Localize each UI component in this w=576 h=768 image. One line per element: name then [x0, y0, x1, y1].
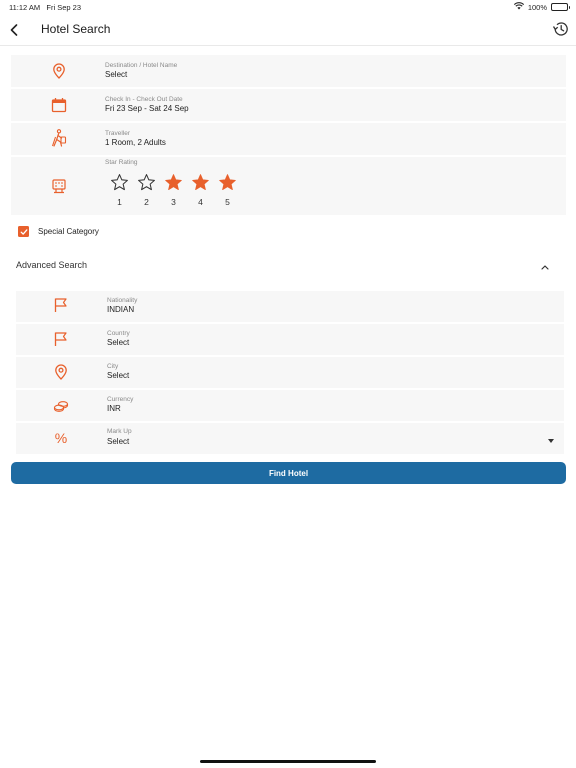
star-number: 4: [198, 197, 203, 207]
star-number: 3: [171, 197, 176, 207]
status-bar: 11:12 AM Fri Sep 23 100%: [0, 0, 576, 14]
location-pin-icon: [50, 62, 68, 80]
star-1[interactable]: 1: [106, 173, 133, 207]
country-value: Select: [107, 338, 130, 347]
country-field[interactable]: Country Select: [16, 324, 564, 355]
checkmark-icon: [20, 228, 27, 235]
nationality-field[interactable]: Nationality INDIAN: [16, 291, 564, 322]
destination-label: Destination / Hotel Name: [105, 62, 178, 69]
star-outline-icon: [138, 174, 155, 191]
date-range-label: Check In - Check Out Date: [105, 96, 183, 103]
advanced-search-collapse-button[interactable]: [539, 262, 551, 272]
coins-icon: [52, 396, 70, 414]
special-category-checkbox[interactable]: [18, 226, 29, 237]
battery-icon: [551, 3, 570, 11]
markup-value: Select: [107, 437, 130, 446]
nationality-value: INDIAN: [107, 305, 135, 314]
traveller-icon: [50, 129, 68, 147]
status-right: 100%: [513, 2, 570, 12]
nav-bar: Hotel Search: [0, 14, 576, 46]
caret-down-icon: [548, 439, 554, 443]
special-category-label: Special Category: [38, 227, 99, 236]
city-field[interactable]: City Select: [16, 357, 564, 388]
back-button[interactable]: [6, 20, 22, 40]
traveller-value: 1 Room, 2 Adults: [105, 138, 166, 147]
star-filled-icon: [219, 174, 236, 191]
page-title: Hotel Search: [41, 22, 111, 36]
traveller-label: Traveller: [105, 130, 131, 137]
traveller-field[interactable]: Traveller 1 Room, 2 Adults: [11, 123, 566, 155]
star-outline-icon: [111, 174, 128, 191]
battery-percent: 100%: [527, 2, 547, 12]
star-filled-icon: [165, 174, 182, 191]
home-indicator: [200, 760, 376, 763]
find-hotel-button[interactable]: Find Hotel: [11, 462, 566, 484]
star-number: 1: [117, 197, 122, 207]
chevron-left-icon: [10, 24, 18, 36]
flag-icon: [52, 330, 70, 348]
currency-label: Currency: [107, 396, 134, 403]
star-filled-icon: [192, 174, 209, 191]
date-range-value: Fri 23 Sep - Sat 24 Sep: [105, 104, 189, 113]
star-number: 5: [225, 197, 230, 207]
city-value: Select: [107, 371, 130, 380]
date-range-field[interactable]: Check In - Check Out Date Fri 23 Sep - S…: [11, 89, 566, 121]
nationality-label: Nationality: [107, 297, 138, 304]
chevron-up-icon: [541, 265, 549, 270]
star-number: 2: [144, 197, 149, 207]
calendar-icon: [50, 96, 68, 114]
advanced-search-title[interactable]: Advanced Search: [16, 260, 87, 270]
history-button[interactable]: [551, 19, 571, 39]
history-icon: [552, 22, 568, 36]
country-label: Country: [107, 330, 130, 337]
destination-value: Select: [105, 70, 128, 79]
star-4[interactable]: 4: [187, 173, 214, 207]
currency-value: INR: [107, 404, 121, 413]
flag-icon: [52, 296, 70, 314]
hotel-building-icon: [50, 177, 68, 195]
star-2[interactable]: 2: [133, 173, 160, 207]
markup-dropdown[interactable]: % Mark Up Select: [16, 423, 564, 454]
markup-label: Mark Up: [107, 428, 132, 435]
status-time: 11:12 AM Fri Sep 23: [9, 3, 82, 12]
star-rating-label: Star Rating: [105, 159, 138, 166]
special-category-toggle[interactable]: Special Category: [18, 226, 99, 237]
star-rating-selector: 1 2 3 4 5: [106, 173, 241, 207]
star-rating-field: Star Rating: [11, 157, 566, 215]
currency-field[interactable]: Currency INR: [16, 390, 564, 421]
wifi-icon: [513, 2, 524, 12]
city-label: City: [107, 363, 119, 370]
location-pin-icon: [52, 363, 70, 381]
star-5[interactable]: 5: [214, 173, 241, 207]
destination-field[interactable]: Destination / Hotel Name Select: [11, 55, 566, 87]
percent-icon: %: [54, 430, 68, 446]
star-3[interactable]: 3: [160, 173, 187, 207]
